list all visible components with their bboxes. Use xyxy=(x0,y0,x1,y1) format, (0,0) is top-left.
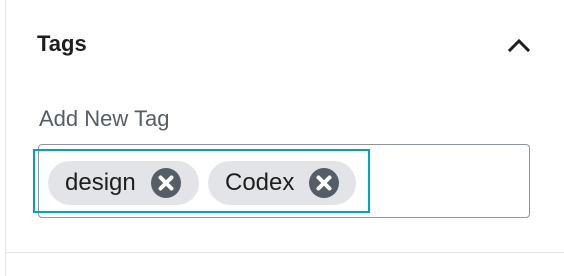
dismiss-icon[interactable] xyxy=(150,167,182,199)
panel-divider-bottom xyxy=(5,252,564,253)
add-new-tag-label: Add New Tag xyxy=(39,106,170,131)
tag-token-label: design xyxy=(65,169,136,196)
tag-token-label: Codex xyxy=(225,169,295,196)
tag-token-codex: Codex xyxy=(208,161,356,205)
tags-panel-toggle[interactable]: Tags xyxy=(6,18,564,74)
chevron-up-icon xyxy=(507,38,531,53)
dismiss-icon[interactable] xyxy=(308,167,340,199)
tags-panel: Tags Add New Tag design Codex xyxy=(0,0,564,276)
tag-token-design: design xyxy=(48,161,199,205)
panel-title: Tags xyxy=(37,31,87,56)
